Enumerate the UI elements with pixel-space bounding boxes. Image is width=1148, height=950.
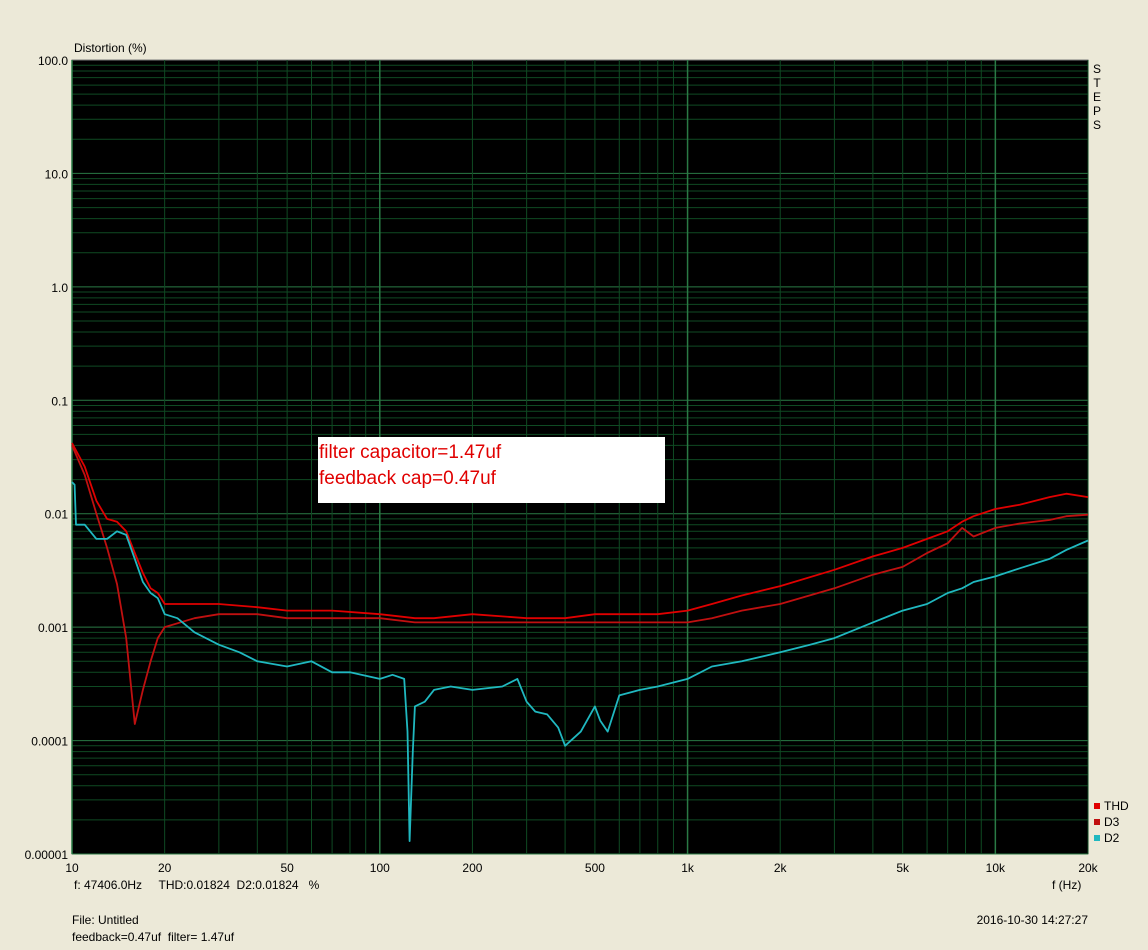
cursor-readout: f: 47406.0Hz THD:0.01824 D2:0.01824 % (74, 878, 320, 892)
x-tick-label: 20k (1078, 861, 1098, 875)
y-tick-label: 0.00001 (25, 848, 69, 862)
x-tick-label: 100 (370, 861, 390, 875)
annotation-box: filter capacitor=1.47uf feedback cap=0.4… (318, 437, 665, 503)
y-tick-label: 10.0 (45, 167, 69, 181)
x-tick-label: 50 (280, 861, 294, 875)
x-tick-label: 10k (986, 861, 1006, 875)
y-tick-label: 1.0 (51, 281, 68, 295)
steps-letter: P (1093, 104, 1101, 118)
steps-letter: S (1093, 118, 1101, 132)
legend-label-thd: THD (1104, 799, 1129, 813)
x-tick-label: 200 (462, 861, 482, 875)
y-tick-label: 100.0 (38, 54, 68, 68)
legend-label-d2: D2 (1104, 831, 1120, 845)
x-tick-label: 20 (158, 861, 172, 875)
y-tick-label: 0.001 (38, 621, 68, 635)
legend-swatch-thd (1094, 803, 1100, 809)
x-tick-label: 5k (896, 861, 910, 875)
timestamp: 2016-10-30 14:27:27 (976, 913, 1088, 927)
legend-label-d3: D3 (1104, 815, 1120, 829)
y-tick-label: 0.0001 (31, 735, 68, 749)
x-tick-label: 500 (585, 861, 605, 875)
annotation-line-feedback: feedback cap=0.47uf (319, 468, 497, 489)
file-label: File: Untitled (72, 913, 139, 927)
y-axis-title: Distortion (%) (74, 41, 147, 55)
x-tick-label: 2k (774, 861, 788, 875)
x-tick-label: 10 (65, 861, 79, 875)
distortion-chart: 10 20 50 100 200 500 1k 2k 5k 10k 20k 100.0 10.0 1.0 0… (25, 41, 1129, 892)
legend: THD D3 D2 (1094, 799, 1129, 845)
steps-letter: S (1093, 62, 1101, 76)
steps-label: STEPS (1093, 62, 1101, 132)
x-axis-title: f (Hz) (1052, 878, 1081, 892)
y-tick-label: 0.01 (45, 508, 69, 522)
x-tick-label: 1k (681, 861, 695, 875)
annotation-line-filter: filter capacitor=1.47uf (319, 442, 502, 463)
steps-letter: E (1093, 90, 1101, 104)
legend-swatch-d3 (1094, 819, 1100, 825)
notes-label: feedback=0.47uf filter= 1.47uf (72, 930, 235, 944)
legend-swatch-d2 (1094, 835, 1100, 841)
steps-letter: T (1093, 76, 1101, 90)
y-tick-label: 0.1 (51, 394, 68, 408)
